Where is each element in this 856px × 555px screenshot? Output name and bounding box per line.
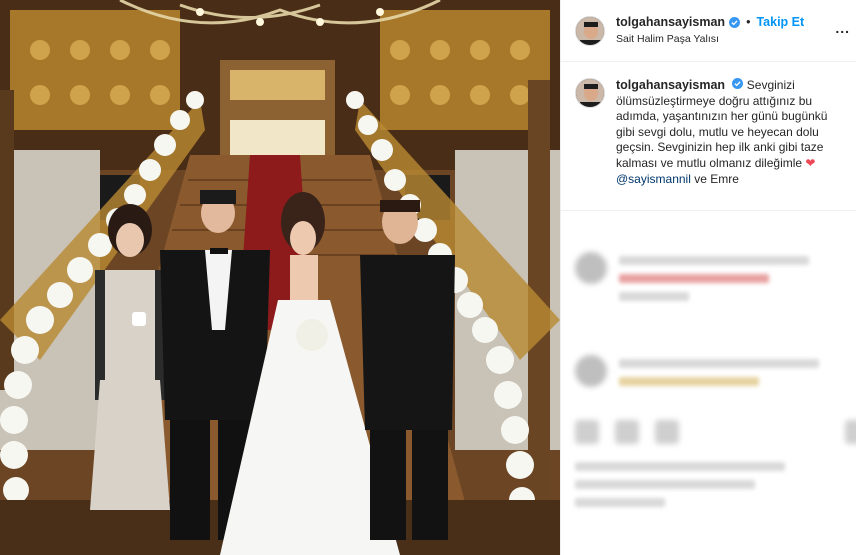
caption-text-block: tolgahansayisman Sevginizi ölümsüzleştir… [616, 78, 846, 187]
likes-lines [575, 462, 840, 516]
profile-picture [576, 16, 604, 45]
comment-avatar [575, 252, 607, 284]
post-location[interactable]: Sait Halim Paşa Yalısı [616, 33, 804, 46]
wedding-photo-illustration [0, 0, 560, 555]
comment-icon[interactable] [615, 420, 639, 444]
caption-avatar[interactable] [575, 78, 605, 108]
comment-lines [619, 256, 840, 310]
separator-dot: • [746, 14, 751, 29]
heart-icon: ❤ [805, 155, 816, 170]
caption-username[interactable]: tolgahansayisman [616, 78, 725, 92]
avatar[interactable] [575, 15, 605, 46]
instagram-post: tolgahansayisman • Takip Et Sait Halim P… [0, 0, 856, 555]
verified-badge-icon [729, 16, 741, 28]
like-icon[interactable] [575, 420, 599, 444]
profile-picture [576, 79, 604, 107]
action-icons-blurred [575, 420, 856, 444]
divider [561, 210, 856, 211]
post-side-panel: tolgahansayisman • Takip Et Sait Halim P… [560, 0, 856, 555]
comment-lines [619, 359, 840, 395]
share-icon[interactable] [655, 420, 679, 444]
post-header: tolgahansayisman • Takip Et Sait Halim P… [561, 0, 856, 62]
post-photo[interactable] [0, 0, 560, 555]
post-caption: tolgahansayisman Sevginizi ölümsüzleştir… [561, 62, 856, 187]
caption-mention[interactable]: @sayismannil [616, 172, 691, 186]
more-options-icon[interactable]: ... [835, 20, 850, 36]
comment-avatar [575, 355, 607, 387]
post-author-username[interactable]: tolgahansayisman [616, 15, 725, 31]
verified-badge-icon [732, 78, 744, 89]
save-icon[interactable] [845, 420, 856, 444]
caption-tail: ve Emre [694, 171, 739, 186]
follow-button[interactable]: Takip Et [756, 15, 804, 31]
